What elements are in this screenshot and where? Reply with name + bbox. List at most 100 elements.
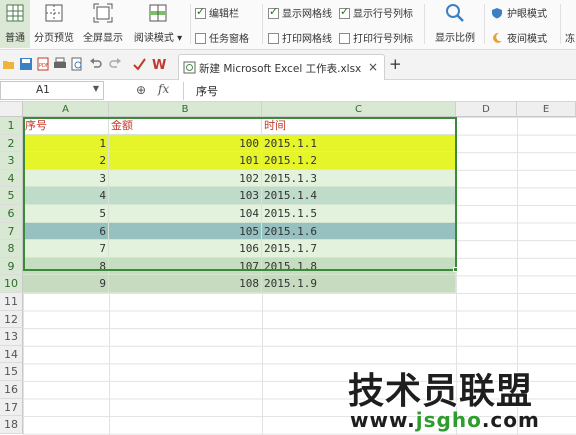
cell-reference: A1 — [36, 84, 50, 96]
cell-seq[interactable]: 4 — [23, 187, 109, 204]
cell-date[interactable]: 2015.1.9 — [262, 275, 456, 292]
cell-seq[interactable]: 3 — [23, 169, 109, 187]
row-header[interactable]: 8 — [0, 240, 23, 258]
row-header[interactable]: 5 — [0, 187, 23, 205]
formula-separator — [183, 82, 184, 100]
export-pdf-icon[interactable]: PDF — [36, 57, 50, 71]
table-row: 8 107 2015.1.8 — [23, 257, 456, 276]
cell-date[interactable]: 2015.1.8 — [262, 257, 456, 275]
row-header[interactable]: 11 — [0, 293, 23, 311]
close-tab-icon[interactable]: × — [368, 60, 378, 74]
name-box[interactable]: A1 ▼ — [0, 81, 104, 100]
redo-icon[interactable] — [108, 57, 122, 71]
row-header[interactable]: 16 — [0, 381, 23, 399]
eye-protection-mode-button[interactable]: 护眼模式 — [491, 5, 547, 20]
cell-a1[interactable]: 序号 — [23, 117, 109, 134]
row-header[interactable]: 9 — [0, 257, 23, 276]
formula-bar-checkbox[interactable]: 编辑栏 — [195, 5, 239, 20]
row-header[interactable]: 14 — [0, 345, 23, 364]
row-header[interactable]: 7 — [0, 222, 23, 241]
row-header[interactable]: 17 — [0, 398, 23, 417]
cell-c1[interactable]: 时间 — [262, 117, 456, 134]
cell-amount[interactable]: 101 — [109, 152, 262, 169]
page-break-preview-icon — [45, 4, 63, 22]
row-header[interactable]: 15 — [0, 363, 23, 381]
fullscreen-button[interactable]: 全屏显示 — [80, 0, 126, 48]
row-header[interactable]: 13 — [0, 328, 23, 346]
column-header-c[interactable]: C — [262, 102, 456, 117]
cell-amount[interactable]: 102 — [109, 169, 262, 187]
cell-amount[interactable]: 107 — [109, 257, 262, 275]
cell-amount[interactable]: 104 — [109, 205, 262, 222]
formula-bar-checkbox-label: 编辑栏 — [209, 9, 239, 20]
insert-function-button[interactable]: fx — [158, 82, 169, 96]
column-header-d[interactable]: D — [456, 102, 517, 117]
show-headings-label: 显示行号列标 — [353, 9, 413, 20]
cell-date[interactable]: 2015.1.6 — [262, 222, 456, 240]
print-preview-icon[interactable] — [70, 57, 84, 71]
document-tab[interactable]: 新建 Microsoft Excel 工作表.xlsx × — [178, 54, 385, 80]
normal-view-button[interactable]: 普通 — [0, 0, 30, 48]
chevron-down-icon[interactable]: ▼ — [93, 84, 99, 93]
fill-handle[interactable] — [453, 267, 458, 272]
cell-seq[interactable]: 6 — [23, 222, 109, 240]
show-headings-checkbox[interactable]: 显示行号列标 — [339, 5, 413, 20]
cell-amount[interactable]: 108 — [109, 275, 262, 292]
row-header[interactable]: 2 — [0, 134, 23, 153]
night-mode-button[interactable]: 夜间模式 — [491, 30, 547, 45]
print-headings-checkbox[interactable]: 打印行号列标 — [339, 30, 413, 45]
undo-icon[interactable] — [89, 57, 103, 71]
cell-b1[interactable]: 金额 — [109, 117, 262, 134]
zoom-cell-icon[interactable]: ⊕ — [136, 83, 146, 97]
cell-amount[interactable]: 103 — [109, 187, 262, 204]
cell-date[interactable]: 2015.1.7 — [262, 240, 456, 257]
column-header-a[interactable]: A — [23, 102, 109, 117]
row-header[interactable]: 6 — [0, 205, 23, 223]
freeze-panes-button[interactable]: 冻 — [565, 30, 575, 45]
cell-seq[interactable]: 1 — [23, 134, 109, 152]
ribbon-view-tab: 普通 分页预览 全屏显示 阅读模式 ▾ 编辑栏 任务窗格 显示网格线 打印网格线… — [0, 0, 576, 50]
wps-logo-icon[interactable]: W — [152, 57, 166, 71]
cell-seq[interactable]: 5 — [23, 205, 109, 222]
reading-mode-button[interactable]: 阅读模式 ▾ — [130, 0, 186, 48]
row-header[interactable]: 1 — [0, 117, 23, 135]
cell-amount[interactable]: 100 — [109, 134, 262, 152]
cell-amount[interactable]: 105 — [109, 222, 262, 240]
print-icon[interactable] — [53, 57, 67, 71]
cell-date[interactable]: 2015.1.4 — [262, 187, 456, 204]
row-header[interactable]: 10 — [0, 275, 23, 293]
format-painter-icon[interactable] — [132, 57, 146, 71]
column-header-b[interactable]: B — [109, 102, 262, 117]
show-gridlines-checkbox[interactable]: 显示网格线 — [268, 5, 332, 20]
shield-icon — [492, 8, 502, 19]
cell-seq[interactable]: 8 — [23, 257, 109, 275]
page-break-preview-button[interactable]: 分页预览 — [31, 0, 77, 48]
checkbox-unchecked-icon — [339, 33, 350, 44]
cell-amount[interactable]: 106 — [109, 240, 262, 257]
column-header-e[interactable]: E — [517, 102, 576, 117]
cell-date[interactable]: 2015.1.1 — [262, 134, 456, 152]
reading-mode-label: 阅读模式 ▾ — [133, 33, 183, 44]
ribbon-separator — [484, 4, 485, 44]
cell-seq[interactable]: 9 — [23, 275, 109, 292]
formula-input[interactable]: 序号 — [196, 83, 218, 99]
watermark-url-suffix: .com — [481, 408, 540, 432]
save-icon[interactable] — [19, 57, 33, 71]
zoom-button[interactable]: 显示比例 — [430, 0, 480, 48]
new-tab-button[interactable]: + — [389, 55, 402, 73]
task-pane-checkbox[interactable]: 任务窗格 — [195, 30, 249, 45]
row-header[interactable]: 12 — [0, 310, 23, 329]
print-gridlines-checkbox[interactable]: 打印网格线 — [268, 30, 332, 45]
cell-date[interactable]: 2015.1.5 — [262, 205, 456, 222]
row-header[interactable]: 18 — [0, 416, 23, 434]
select-all-corner[interactable] — [0, 102, 23, 117]
cell-date[interactable]: 2015.1.2 — [262, 152, 456, 169]
row-header[interactable]: 4 — [0, 169, 23, 188]
cell-seq[interactable]: 7 — [23, 240, 109, 257]
cell-seq[interactable]: 2 — [23, 152, 109, 169]
table-header-row: 序号 金额 时间 — [23, 117, 456, 135]
open-folder-icon[interactable] — [2, 57, 16, 71]
cell-date[interactable]: 2015.1.3 — [262, 169, 456, 187]
row-header[interactable]: 3 — [0, 152, 23, 170]
table-row: 9 108 2015.1.9 — [23, 275, 456, 293]
